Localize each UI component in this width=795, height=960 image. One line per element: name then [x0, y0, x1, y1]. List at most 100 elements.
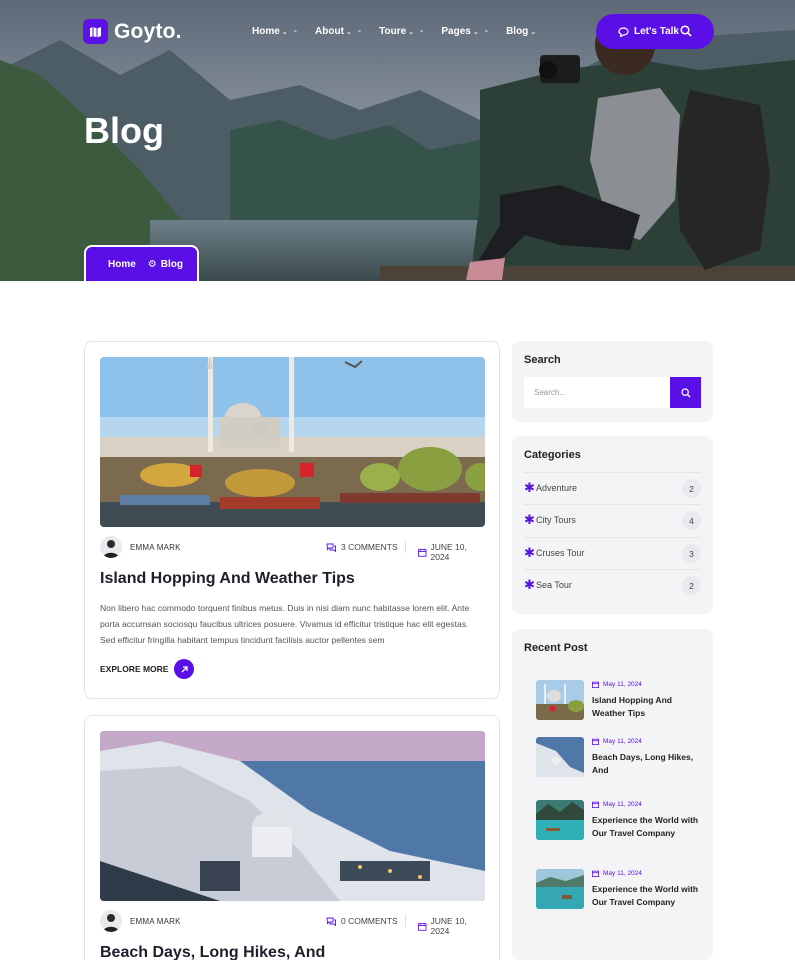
search-widget: Search	[512, 341, 713, 422]
post-excerpt: Non libero hac commodo torquent finibus …	[100, 603, 470, 645]
category-item-adventure[interactable]: ✱ Adventure 2	[524, 472, 701, 504]
nav-item-label: Toure	[379, 26, 407, 37]
calendar-icon	[418, 922, 427, 931]
gear-icon: ⚙	[147, 258, 157, 270]
blog-post-card: EMMA MARK 3 COMMENTS JUNE 10, 2024 Islan…	[84, 341, 500, 699]
widget-title: Search	[524, 354, 561, 366]
widget-title: Recent Post	[524, 642, 588, 654]
author-avatar	[100, 536, 122, 558]
comments-icon	[326, 543, 336, 552]
calendar-icon	[592, 738, 599, 745]
recent-post-title[interactable]: Experience the World with Our Travel Com…	[592, 883, 700, 908]
widget-title: Categories	[524, 449, 581, 461]
asterisk-icon: ✱	[524, 545, 535, 560]
search-icon	[680, 387, 691, 398]
asterisk-icon: ✱	[524, 577, 535, 592]
category-item-sea-tour[interactable]: ✱ Sea Tour 2	[524, 569, 701, 601]
breadcrumb: Home ⚙ Blog	[84, 245, 199, 281]
meta-divider	[405, 541, 406, 553]
recent-post-title[interactable]: Beach Days, Long Hikes, And	[592, 751, 700, 776]
recent-post-date: May 11, 2024	[592, 801, 642, 808]
lets-talk-label: Let's Talk	[634, 26, 679, 37]
nav-item-toure[interactable]: Toure ⌄ -	[379, 26, 423, 37]
calendar-icon	[418, 548, 427, 557]
category-label: City Tours	[536, 515, 576, 525]
post-date-label: JUNE 10, 2024	[430, 916, 467, 936]
search-input[interactable]	[524, 377, 664, 408]
page-title: Blog	[84, 110, 164, 151]
recent-posts-widget: Recent Post May 11, 2024 Island Hopping …	[512, 629, 713, 960]
category-count: 2	[682, 479, 701, 498]
nav-item-pages[interactable]: Pages ⌄ -	[441, 26, 488, 37]
comment-count[interactable]: 3 COMMENTS	[326, 542, 398, 552]
category-label: Sea Tour	[536, 580, 572, 590]
category-label: Adventure	[536, 483, 578, 493]
calendar-icon	[592, 801, 599, 808]
chevron-down-icon: ⌄	[345, 28, 352, 36]
category-item-cruses-tour[interactable]: ✱ Cruses Tour 3	[524, 537, 701, 569]
comment-count[interactable]: 0 COMMENTS	[326, 916, 398, 926]
nav-separator: -	[293, 26, 298, 37]
blog-post-card: EMMA MARK 0 COMMENTS JUNE 10, 2024 Beach…	[84, 715, 500, 960]
nav-item-about[interactable]: About ⌄ -	[315, 26, 361, 37]
calendar-icon	[592, 870, 599, 877]
recent-post-thumbnail	[536, 869, 584, 909]
search-icon[interactable]	[680, 25, 692, 37]
post-title[interactable]: Island Hopping And Weather Tips	[100, 570, 355, 588]
nav-item-label: Pages	[441, 26, 471, 37]
calendar-icon	[592, 681, 599, 688]
arrow-up-right-icon[interactable]	[174, 659, 195, 679]
nav-separator: -	[357, 26, 362, 37]
chevron-down-icon: ⌄	[472, 28, 479, 36]
chat-icon	[618, 26, 629, 37]
comment-count-label: 3 COMMENTS	[341, 542, 398, 552]
nav-separator: -	[484, 26, 489, 37]
search-submit-button[interactable]	[670, 377, 701, 408]
search-form	[524, 377, 701, 408]
recent-post-date-label: May 11, 2024	[603, 870, 642, 877]
author-name[interactable]: EMMA MARK	[130, 917, 181, 926]
nav-item-label: Home	[252, 26, 280, 37]
recent-post-thumbnail	[536, 737, 584, 777]
main-navigation: Goyto. Home ⌄ - About ⌄ - Toure ⌄ - Page…	[0, 0, 795, 64]
recent-post-date: May 11, 2024	[592, 738, 642, 745]
recent-post-title[interactable]: Island Hopping And Weather Tips	[592, 694, 700, 719]
meta-divider	[405, 915, 406, 927]
recent-post-title[interactable]: Experience the World with Our Travel Com…	[592, 814, 700, 839]
recent-post-item[interactable]: May 11, 2024 Experience the World with O…	[536, 800, 706, 846]
explore-more-link[interactable]: EXPLORE MORE	[100, 659, 195, 679]
comments-icon	[326, 917, 336, 926]
map-icon	[83, 19, 108, 44]
nav-item-home[interactable]: Home ⌄ -	[252, 26, 297, 37]
nav-item-label: About	[315, 26, 344, 37]
breadcrumb-current: Blog	[160, 258, 183, 270]
recent-post-thumbnail	[536, 800, 584, 840]
asterisk-icon: ✱	[524, 480, 535, 495]
breadcrumb-home-link[interactable]: Home	[108, 259, 136, 270]
post-title[interactable]: Beach Days, Long Hikes, And	[100, 944, 325, 960]
category-item-city-tours[interactable]: ✱ City Tours 4	[524, 504, 701, 536]
post-date-label: JUNE 10, 2024	[430, 542, 467, 562]
recent-post-item[interactable]: May 11, 2024 Experience the World with O…	[536, 869, 706, 915]
author-name[interactable]: EMMA MARK	[130, 543, 181, 552]
comment-count-label: 0 COMMENTS	[341, 916, 398, 926]
lets-talk-button[interactable]: Let's Talk	[596, 14, 714, 49]
brand-name: Goyto.	[114, 19, 182, 43]
post-image-istanbul[interactable]	[100, 357, 485, 527]
recent-post-date-label: May 11, 2024	[603, 738, 642, 745]
explore-more-label: EXPLORE MORE	[100, 664, 169, 674]
nav-item-blog[interactable]: Blog ⌄	[506, 26, 536, 37]
category-count: 4	[682, 511, 701, 530]
recent-post-item[interactable]: May 11, 2024 Beach Days, Long Hikes, And	[536, 737, 706, 783]
chevron-down-icon: ⌄	[408, 28, 415, 36]
recent-post-item[interactable]: May 11, 2024 Island Hopping And Weather …	[536, 680, 706, 726]
brand-logo[interactable]: Goyto.	[83, 19, 182, 44]
post-image-santorini[interactable]	[100, 731, 485, 901]
author-avatar	[100, 910, 122, 932]
chevron-down-icon: ⌄	[530, 28, 537, 36]
recent-post-date-label: May 11, 2024	[603, 681, 642, 688]
category-count: 2	[682, 576, 701, 595]
recent-post-date: May 11, 2024	[592, 870, 642, 877]
recent-post-date-label: May 11, 2024	[603, 801, 642, 808]
chevron-down-icon: ⌄	[281, 28, 288, 36]
